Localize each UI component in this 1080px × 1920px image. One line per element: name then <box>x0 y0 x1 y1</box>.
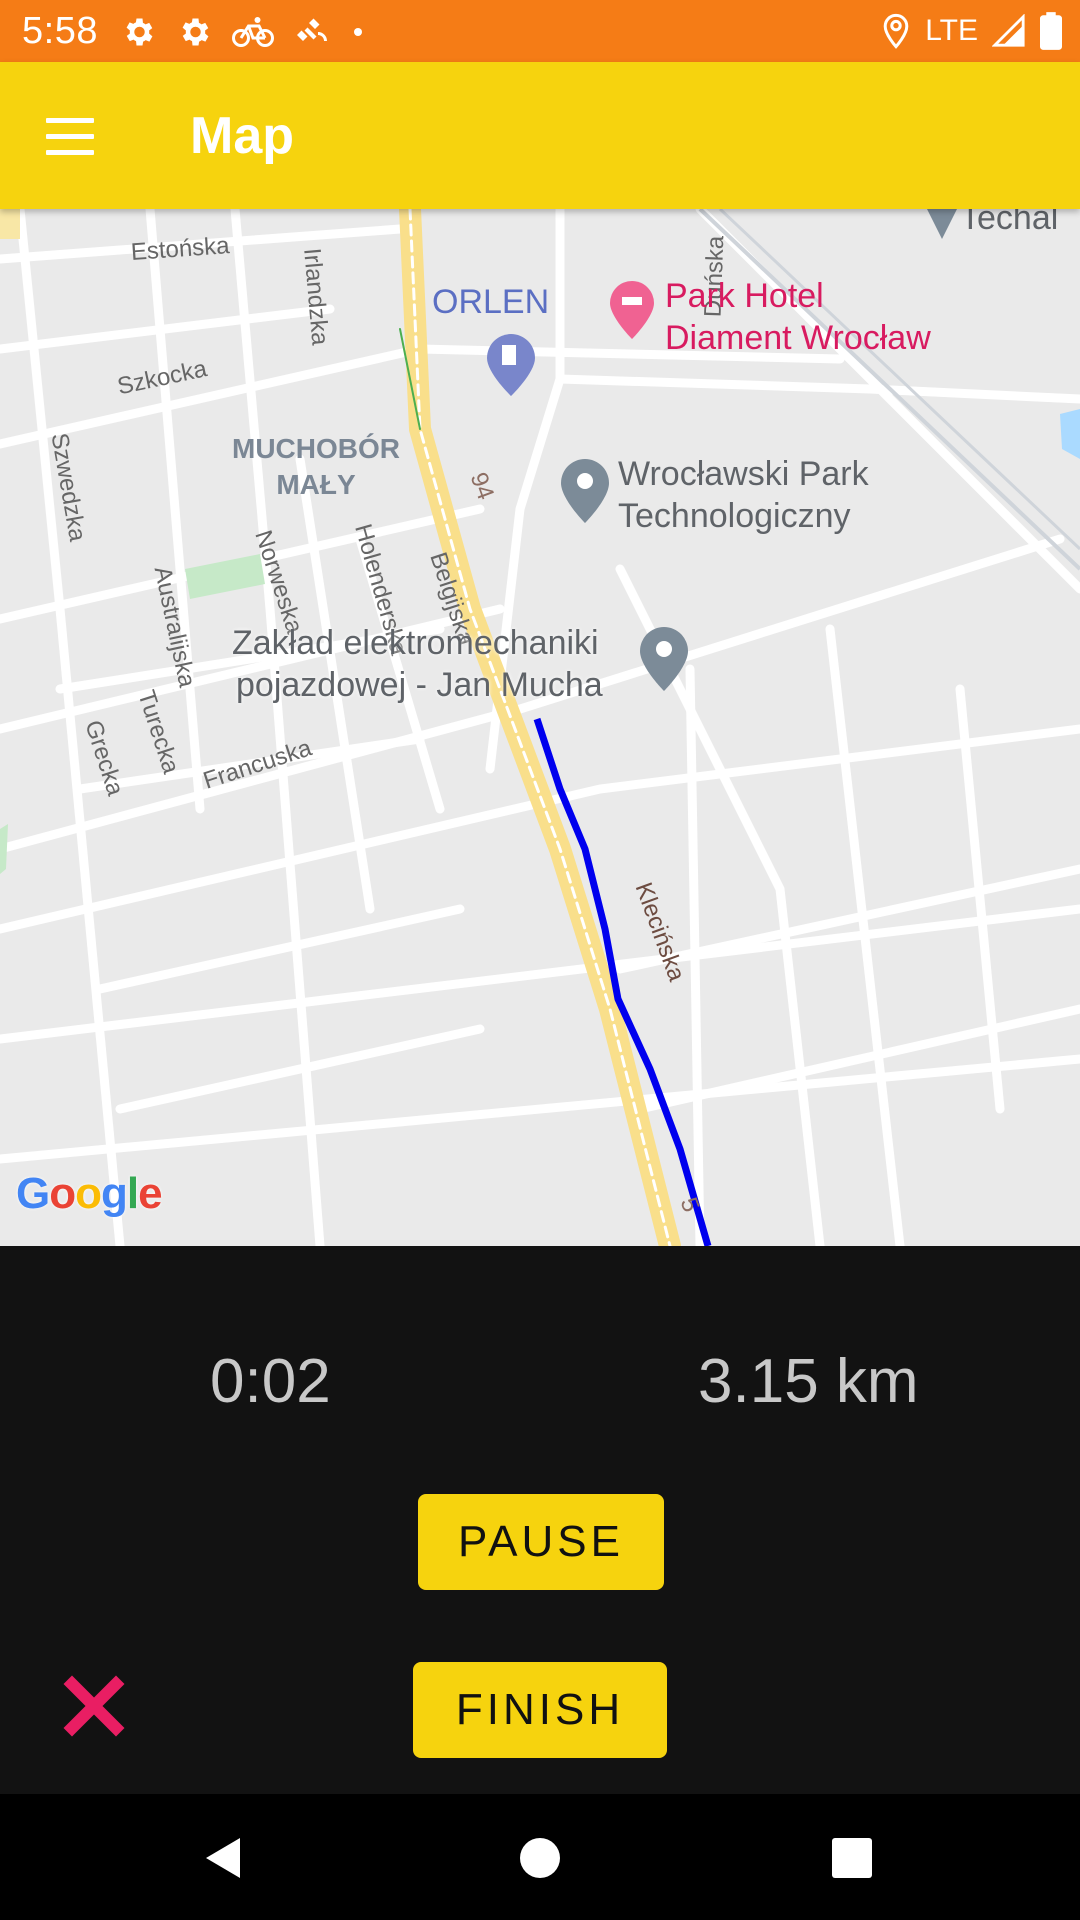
home-button[interactable] <box>516 1834 564 1882</box>
elapsed-time: 0:02 <box>210 1347 331 1416</box>
recents-button[interactable] <box>828 1834 876 1882</box>
google-logo: Google <box>16 1169 163 1218</box>
tracking-panel: 0:02 3.15 km PAUSE FINISH <box>0 1246 1080 1794</box>
poi-label-fuel[interactable]: ORLEN <box>432 281 549 323</box>
home-icon <box>520 1838 560 1878</box>
poi-line: Park Hotel <box>665 277 824 315</box>
poi-label-park[interactable]: Wrocławski Park Technologiczny <box>618 453 869 537</box>
status-bar: 5:58 LTE <box>0 0 1080 62</box>
navigation-bar <box>0 1794 1080 1920</box>
fuel-pin-icon <box>487 334 535 396</box>
menu-icon-bar <box>46 150 94 155</box>
district-label: MUCHOBÓR MAŁY <box>232 431 400 503</box>
district-line: MUCHOBÓR <box>232 433 400 464</box>
menu-icon <box>46 118 94 123</box>
back-icon <box>206 1838 240 1878</box>
settings-icon <box>126 18 153 46</box>
route-line <box>533 717 712 1246</box>
status-icons-right: LTE <box>881 10 1062 52</box>
satellite-icon <box>297 18 327 41</box>
poi-line: pojazdowej - Jan Mucha <box>236 666 603 704</box>
hotel-pin-icon <box>610 281 654 339</box>
signal-icon <box>992 14 1025 47</box>
finish-button[interactable]: FINISH <box>413 1662 667 1758</box>
distance-value: 3.15 km <box>698 1347 919 1416</box>
poi-line: Technologiczny <box>618 497 851 535</box>
menu-icon-bar <box>46 134 94 139</box>
app-bar: Map <box>0 62 1080 209</box>
poi-line: Wrocławski Park <box>618 455 869 493</box>
cancel-button[interactable] <box>62 1674 126 1738</box>
district-line: MAŁY <box>276 469 356 500</box>
map-view[interactable]: Estońska Irlandzka Duńska Szkocka Szwedz… <box>0 209 1080 1246</box>
poi-line: Diament Wrocław <box>665 319 931 357</box>
poi-line: Zakład elektromechaniki <box>232 624 599 662</box>
back-button[interactable] <box>200 1834 248 1882</box>
poi-label[interactable]: Techal <box>960 209 1058 239</box>
status-icons-left <box>120 12 366 52</box>
status-time: 5:58 <box>22 10 98 52</box>
dot-icon <box>354 28 362 36</box>
poi-label-hotel[interactable]: Park Hotel Diament Wrocław <box>665 275 931 359</box>
bicycle-icon <box>232 17 274 47</box>
poi-label-workshop[interactable]: Zakład elektromechaniki pojazdowej - Jan… <box>232 622 603 706</box>
recents-icon <box>832 1838 872 1878</box>
menu-button[interactable] <box>40 112 100 162</box>
location-icon <box>883 13 909 49</box>
place-pin-icon <box>561 459 609 523</box>
battery-icon <box>1040 12 1062 50</box>
close-icon <box>63 1675 125 1737</box>
pause-button[interactable]: PAUSE <box>418 1494 664 1590</box>
settings-icon <box>182 18 209 46</box>
map-pin-icon <box>927 209 957 239</box>
network-type: LTE <box>925 14 978 47</box>
page-title: Map <box>190 107 294 165</box>
